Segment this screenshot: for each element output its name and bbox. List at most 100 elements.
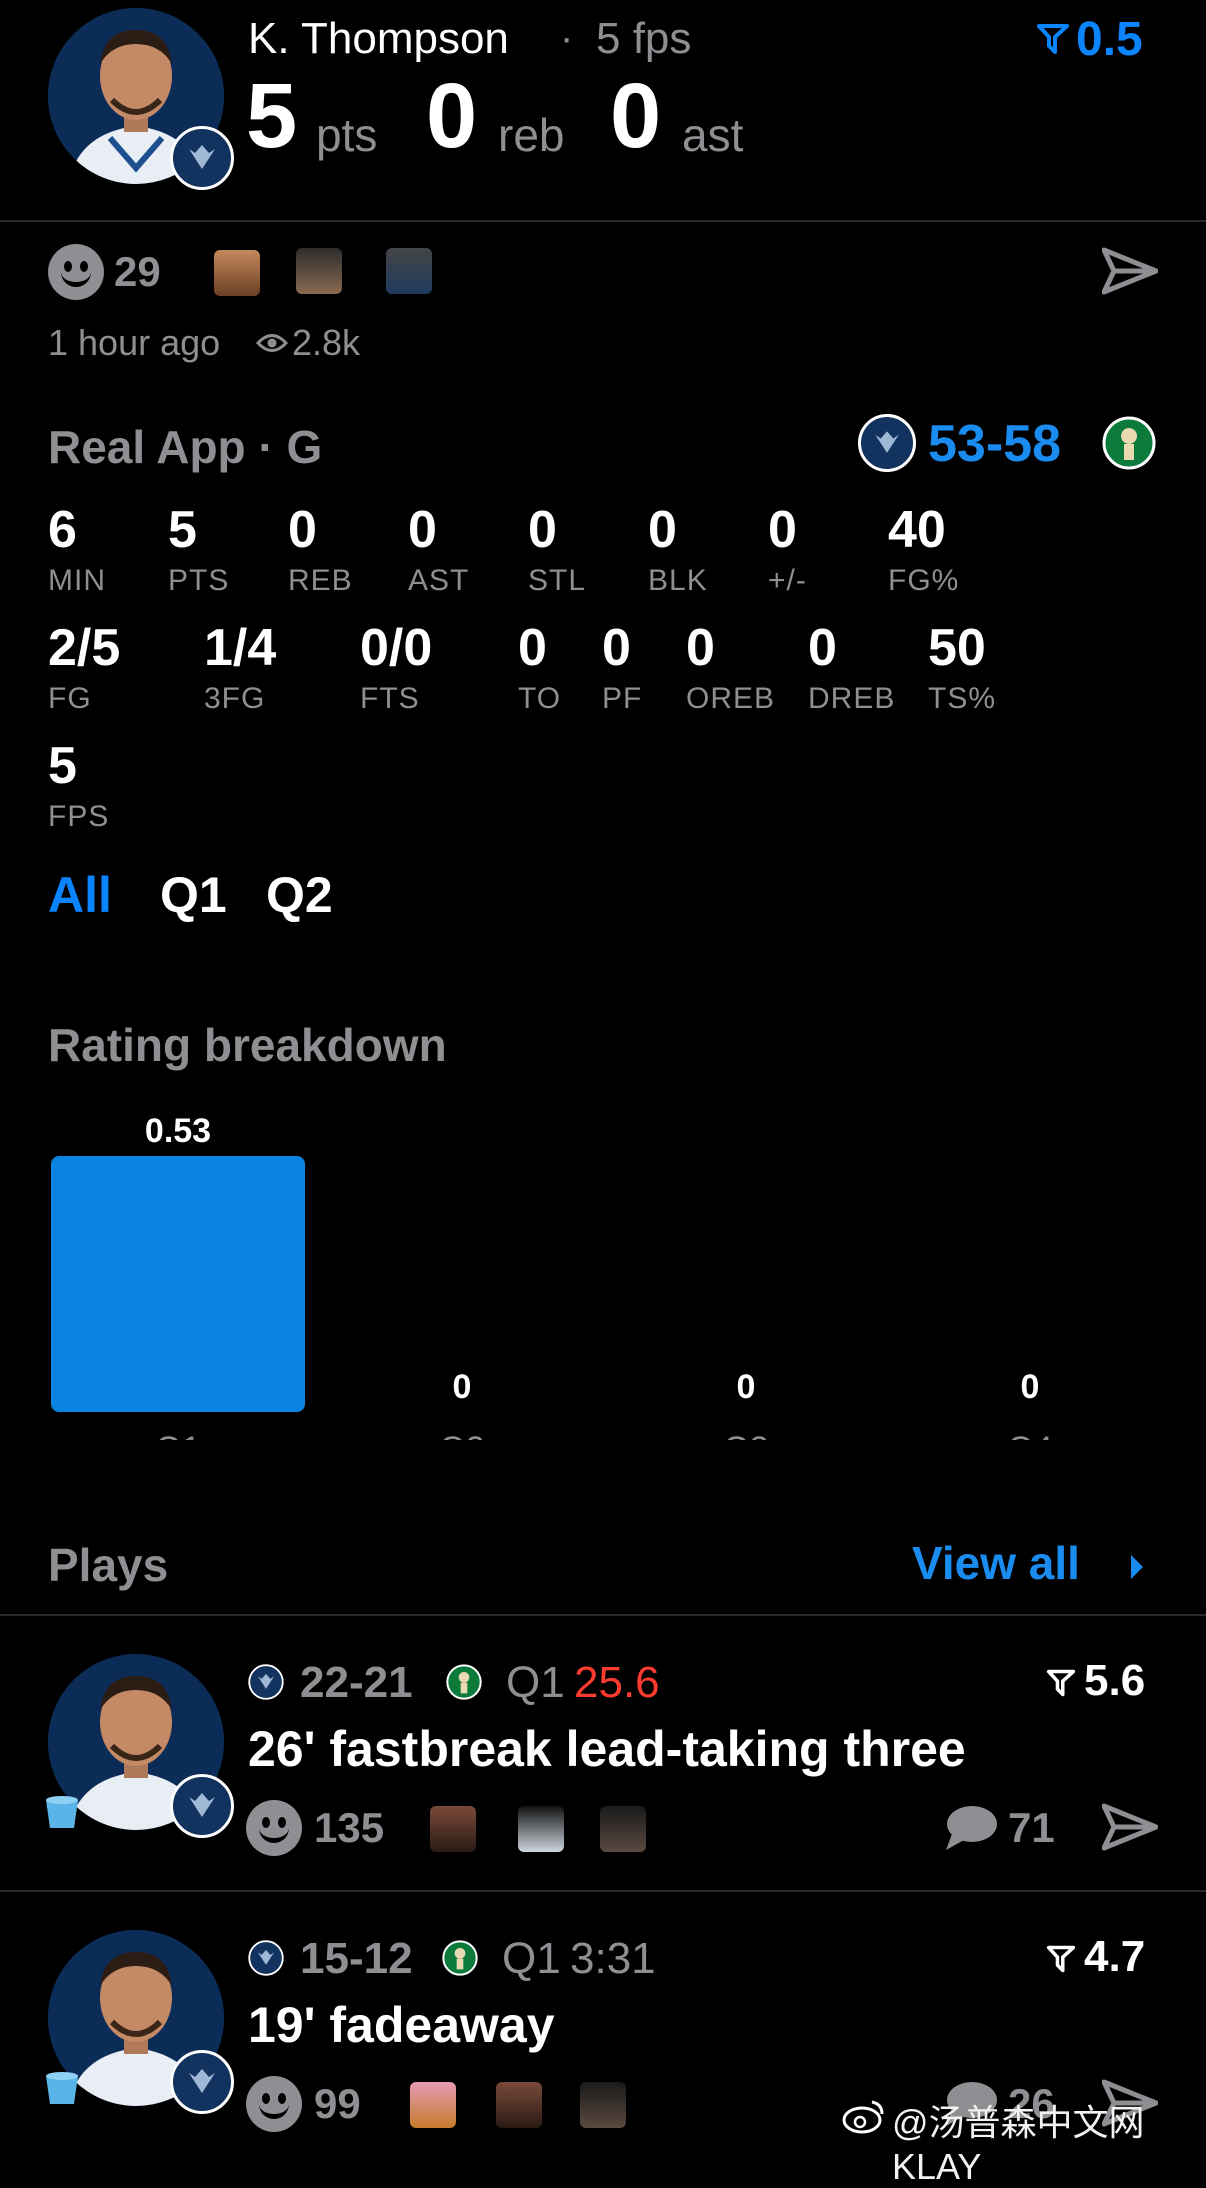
stat-stl-label: STL — [528, 564, 587, 597]
reaction-image-icon[interactable] — [580, 2082, 626, 2128]
stat-pf-label: PF — [602, 682, 643, 715]
post-time: 1 hour ago — [48, 322, 221, 363]
mavericks-logo-icon — [248, 1940, 284, 1976]
stat-fg-value: 2/5 — [48, 619, 121, 677]
comment-bubble-icon[interactable] — [942, 1804, 998, 1852]
play-quarter: Q1 — [502, 1934, 561, 1983]
rating-filter-icon — [1046, 1945, 1076, 1973]
header-divider — [0, 220, 1206, 222]
stat-oreb-value: 0 — [686, 619, 715, 677]
play-rating: 5.6 — [1084, 1656, 1146, 1705]
reaction-image-icon[interactable] — [296, 248, 342, 294]
chart-category-label: Q1 — [155, 1430, 200, 1440]
tab-all[interactable]: All — [48, 866, 112, 924]
stat-oreb-label: OREB — [686, 682, 776, 715]
views-count: 2.8k — [292, 322, 361, 363]
stat-to-value: 0 — [518, 619, 547, 677]
plays-divider — [0, 1614, 1206, 1616]
rebounds-label: reb — [498, 109, 565, 161]
stat-3fg-value: 1/4 — [204, 619, 277, 677]
play-clock: 25.6 — [574, 1658, 660, 1707]
reaction-count: 29 — [114, 248, 161, 295]
assists-label: ast — [682, 109, 744, 161]
reaction-image-icon[interactable] — [518, 1806, 564, 1852]
rebounds-value: 0 — [426, 65, 478, 167]
chart-bar-q1 — [51, 1156, 305, 1412]
stat-fts-value: 0/0 — [360, 619, 433, 677]
play-quarter: Q1 — [506, 1658, 565, 1707]
assists-value: 0 — [610, 65, 662, 167]
stat-pts-label: PTS — [168, 564, 230, 597]
tab-q1[interactable]: Q1 — [160, 866, 227, 924]
stat-pf-value: 0 — [602, 619, 631, 677]
stat-min-label: MIN — [48, 564, 106, 597]
mavericks-logo-icon — [170, 2050, 234, 2114]
stat-fps-value: 5 — [48, 737, 77, 795]
views-eye-icon — [256, 334, 288, 352]
stat-fg-label: FG — [48, 682, 92, 715]
reaction-image-icon[interactable] — [430, 1806, 476, 1852]
stat-ast-label: AST — [408, 564, 470, 597]
view-all-link[interactable]: View all — [912, 1536, 1080, 1590]
chevron-right-icon[interactable] — [1128, 1552, 1146, 1582]
reaction-image-icon[interactable] — [496, 2082, 542, 2128]
stat-to-label: TO — [518, 682, 562, 715]
stat-reb-value: 0 — [288, 501, 317, 559]
mavericks-logo-icon — [170, 126, 234, 190]
play-divider — [0, 1890, 1206, 1892]
stat-blk-value: 0 — [648, 501, 677, 559]
play-rating: 4.7 — [1084, 1932, 1146, 1981]
plays-title: Plays — [48, 1539, 169, 1591]
play-title[interactable]: 19' fadeaway — [248, 1996, 555, 2054]
play-reaction-count: 135 — [314, 1804, 385, 1851]
stat-reb-label: REB — [288, 564, 353, 597]
stat-source: Real App · G — [48, 421, 323, 473]
bucket-icon — [46, 2072, 78, 2104]
play-title[interactable]: 26' fastbreak lead-taking three — [248, 1720, 966, 1778]
reaction-smiley-icon[interactable] — [246, 1800, 302, 1856]
reaction-image-icon[interactable] — [600, 1806, 646, 1852]
stat-fps-label: FPS — [48, 800, 110, 833]
celtics-logo-icon — [1102, 416, 1156, 470]
stat-blk-label: BLK — [648, 564, 708, 597]
rating-breakdown-chart: 0.53 Q1 0 Q2 0 Q3 0 Q4 — [51, 1112, 1053, 1440]
reaction-image-icon[interactable] — [214, 250, 260, 296]
mavericks-logo-icon — [170, 1774, 234, 1838]
stat-tspct-label: TS% — [928, 682, 997, 715]
player-rating: 0.5 — [1076, 13, 1143, 66]
stat-plusminus-label: +/- — [768, 564, 807, 597]
stat-tspct-value: 50 — [928, 619, 986, 677]
chart-category-label: Q3 — [723, 1430, 768, 1440]
player-name[interactable]: K. Thompson — [248, 14, 509, 64]
points-label: pts — [316, 109, 378, 161]
game-score[interactable]: 53-58 — [928, 414, 1061, 474]
stat-plusminus-value: 0 — [768, 501, 797, 559]
reaction-image-icon[interactable] — [410, 2082, 456, 2128]
reaction-image-icon[interactable] — [386, 248, 432, 294]
stat-min-value: 6 — [48, 501, 77, 559]
play-score: 22-21 — [300, 1658, 413, 1707]
chart-value-label: 0 — [737, 1368, 756, 1406]
play-clock: 3:31 — [570, 1934, 656, 1983]
header-separator: · — [560, 16, 574, 60]
reaction-smiley-icon[interactable] — [48, 244, 104, 300]
tab-q2[interactable]: Q2 — [266, 866, 333, 924]
stat-fgpct-value: 40 — [888, 501, 946, 559]
fps-label: 5 fps — [596, 14, 692, 63]
share-send-icon[interactable] — [1102, 1802, 1158, 1852]
points-value: 5 — [246, 65, 298, 167]
mavericks-logo-icon — [248, 1664, 284, 1700]
celtics-logo-icon — [442, 1940, 478, 1976]
weibo-logo-icon — [842, 2100, 884, 2134]
celtics-logo-icon — [446, 1664, 482, 1700]
chart-value-label: 0.53 — [145, 1112, 211, 1150]
share-send-icon[interactable] — [1102, 246, 1158, 296]
reaction-smiley-icon[interactable] — [246, 2076, 302, 2132]
chart-category-label: Q4 — [1007, 1430, 1052, 1440]
rating-filter-icon — [1046, 1669, 1076, 1697]
play-reaction-count: 99 — [314, 2080, 361, 2127]
bucket-icon — [46, 1796, 78, 1828]
rating-filter-icon — [1037, 24, 1069, 54]
chart-title: Rating breakdown — [48, 1019, 447, 1071]
stat-dreb-value: 0 — [808, 619, 837, 677]
